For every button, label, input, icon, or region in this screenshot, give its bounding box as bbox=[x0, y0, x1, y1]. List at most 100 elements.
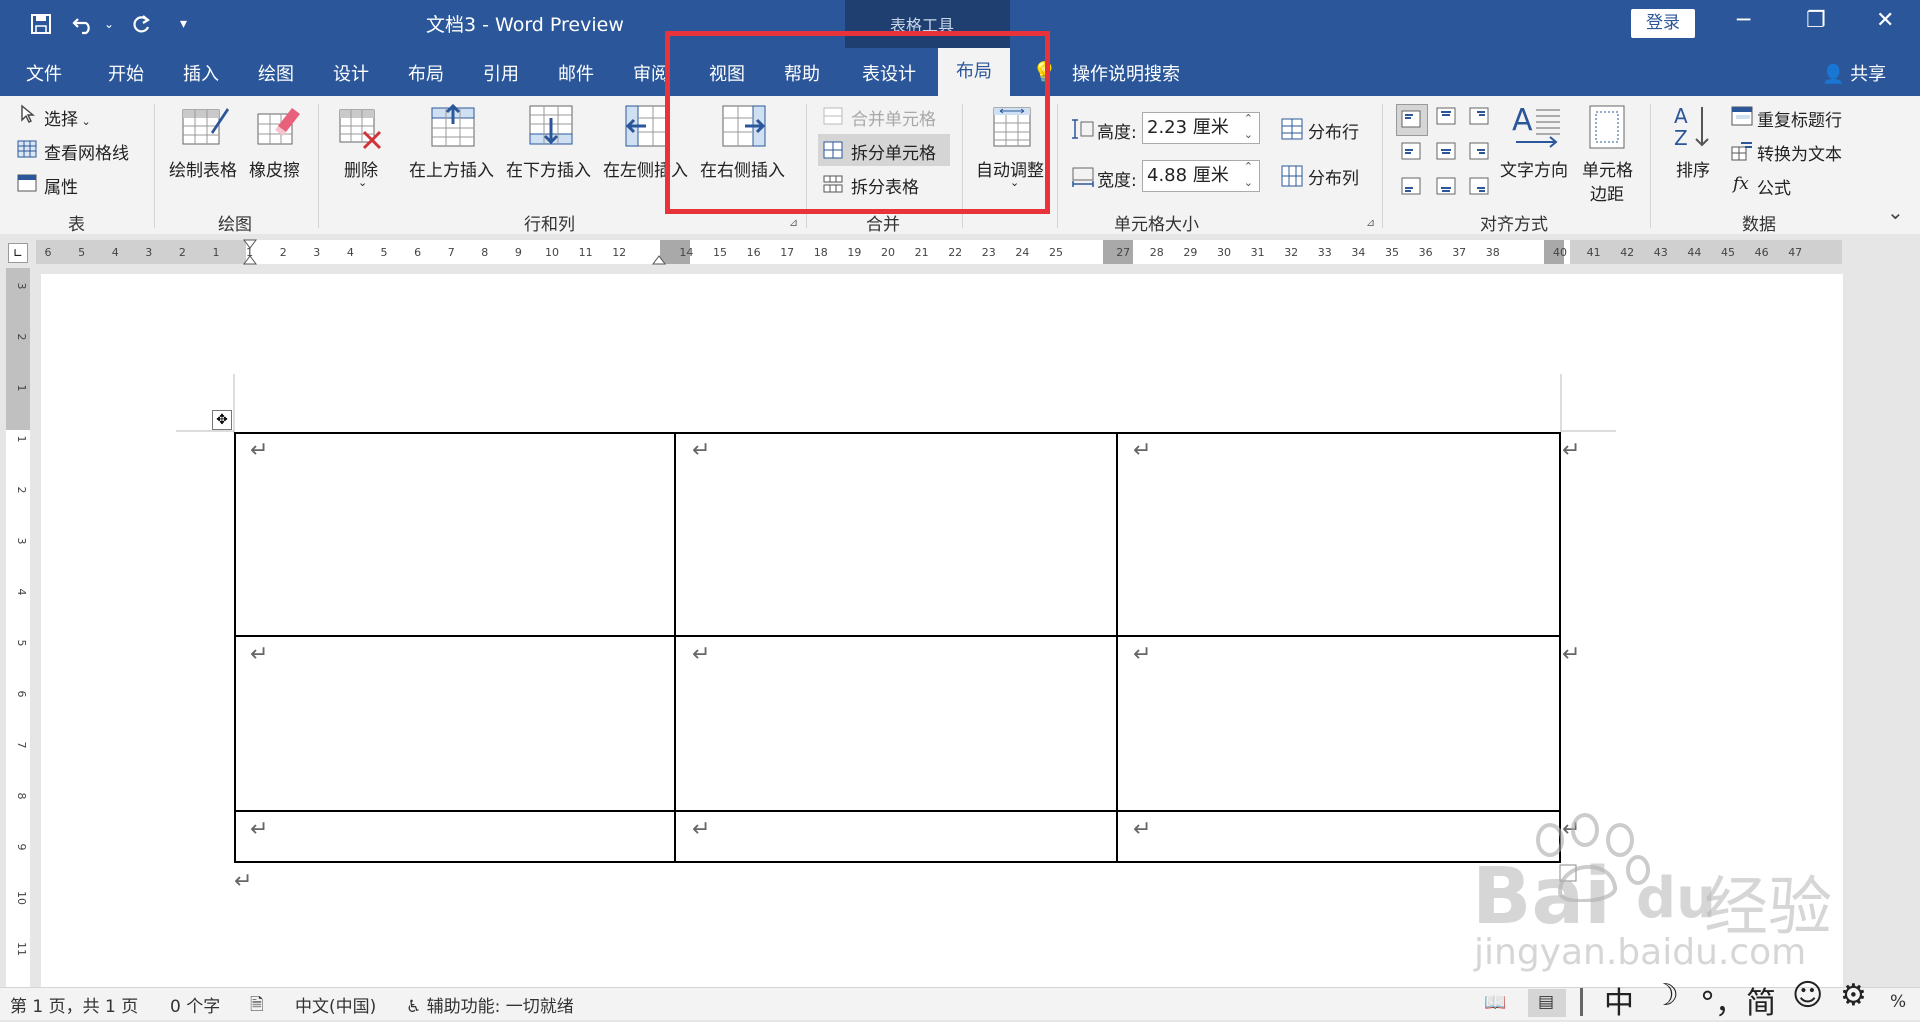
select-cursor-icon bbox=[20, 104, 36, 128]
formula-icon: fx bbox=[1733, 174, 1749, 194]
convert-to-text-button[interactable]: 转换为文本 bbox=[1757, 140, 1842, 165]
ime-settings-icon[interactable]: ⚙ bbox=[1840, 978, 1867, 1013]
insert-left-icon bbox=[624, 104, 670, 152]
horizontal-ruler[interactable]: ∟ 6 5 4 3 2 1 1 2 3 4 5 6 7 8 9 10 11 12 14 15 16 17 18 19 20 21 2… bbox=[0, 234, 1920, 268]
align-middle-right-icon[interactable] bbox=[1469, 142, 1489, 164]
ruler-tick-label: 10 bbox=[545, 246, 559, 259]
proofing-icon[interactable]: 🗎 bbox=[250, 992, 264, 1021]
ruler-tick-label: 24 bbox=[1015, 246, 1029, 259]
text-direction-button[interactable]: 文字方向 bbox=[1500, 156, 1568, 181]
tell-me-search[interactable]: 操作说明搜索 bbox=[1072, 60, 1180, 86]
draw-table-button[interactable]: 绘制表格 bbox=[169, 156, 237, 181]
align-top-right-icon[interactable] bbox=[1469, 107, 1489, 129]
tab-references[interactable]: 引用 bbox=[483, 60, 519, 86]
spinner-arrows-icon[interactable]: ⌃ ⌄ bbox=[1244, 159, 1253, 191]
group-divider bbox=[1650, 104, 1651, 228]
align-middle-left-icon[interactable] bbox=[1401, 142, 1421, 164]
zoom-percent[interactable]: % bbox=[1890, 992, 1906, 1012]
insert-below-button[interactable]: 在下方插入 bbox=[506, 156, 591, 181]
eraser-button[interactable]: 橡皮擦 bbox=[249, 156, 300, 181]
sort-icon: AZ bbox=[1672, 103, 1712, 153]
distribute-columns-button[interactable]: 分布列 bbox=[1308, 164, 1359, 189]
login-button[interactable]: 登录 bbox=[1631, 9, 1695, 38]
sort-button[interactable]: 排序 bbox=[1676, 156, 1710, 181]
save-icon[interactable] bbox=[30, 0, 52, 48]
repeat-header-button[interactable]: 重复标题行 bbox=[1757, 106, 1842, 131]
dialog-launcher-icon[interactable]: ⊿ bbox=[1366, 216, 1375, 229]
ime-emoji-icon[interactable]: ☺ bbox=[1792, 978, 1823, 1013]
svg-text:A: A bbox=[1512, 103, 1533, 138]
word-count[interactable]: 0 个字 bbox=[170, 992, 220, 1017]
ime-punctuation[interactable]: °， bbox=[1700, 978, 1745, 1022]
page-count[interactable]: 第 1 页，共 1 页 bbox=[10, 992, 138, 1017]
tab-insert[interactable]: 插入 bbox=[183, 60, 219, 86]
customize-qat-icon[interactable]: ▾ bbox=[180, 0, 187, 48]
collapse-ribbon-icon[interactable]: ⌄ bbox=[1887, 200, 1904, 224]
undo-dropdown-icon[interactable]: ⌄ bbox=[104, 0, 114, 48]
ruler-tick-label: 19 bbox=[847, 246, 861, 259]
paragraph-mark-icon: ↵ bbox=[692, 438, 711, 463]
window-title: 文档3 - Word Preview bbox=[426, 14, 624, 36]
formula-button[interactable]: 公式 bbox=[1757, 174, 1791, 199]
read-mode-icon[interactable]: 📖 bbox=[1484, 992, 1506, 1013]
tab-file[interactable]: 文件 bbox=[26, 60, 62, 86]
accessibility-status[interactable]: ♿ 辅助功能: 一切就绪 bbox=[406, 992, 574, 1017]
ruler-tick-label: 1 bbox=[213, 246, 220, 259]
tab-design[interactable]: 设计 bbox=[333, 60, 369, 86]
person-icon: 👤 bbox=[1822, 64, 1845, 85]
end-of-row-icon: ↵ bbox=[1562, 642, 1581, 667]
align-top-center-icon[interactable] bbox=[1436, 107, 1456, 129]
ruler-tick-label: 4 bbox=[15, 589, 28, 596]
view-gridlines-button[interactable]: 查看网格线 bbox=[44, 139, 129, 164]
share-button[interactable]: 👤 共享 bbox=[1822, 60, 1886, 86]
vertical-ruler[interactable]: 3 2 1 1 2 3 4 5 6 7 8 9 10 11 bbox=[0, 268, 36, 987]
spinner-arrows-icon[interactable]: ⌃ ⌄ bbox=[1244, 111, 1253, 143]
tab-mailings[interactable]: 邮件 bbox=[558, 60, 594, 86]
undo-icon[interactable] bbox=[72, 0, 96, 48]
height-spinner[interactable]: 2.23 厘米 ⌃ ⌄ bbox=[1142, 112, 1260, 144]
group-divider bbox=[154, 104, 155, 228]
dialog-launcher-icon[interactable]: ⊿ bbox=[789, 216, 798, 229]
align-bottom-left-icon[interactable] bbox=[1401, 177, 1421, 199]
ruler-tick-label: 14 bbox=[679, 246, 693, 259]
ruler-tick-label: 2 bbox=[15, 334, 28, 341]
properties-button[interactable]: 属性 bbox=[44, 173, 78, 198]
align-bottom-center-icon[interactable] bbox=[1436, 177, 1456, 199]
ruler-tick-label: 32 bbox=[1284, 246, 1298, 259]
align-bottom-right-icon[interactable] bbox=[1469, 177, 1489, 199]
ruler-tick-label: 38 bbox=[1486, 246, 1500, 259]
insert-above-button[interactable]: 在上方插入 bbox=[409, 156, 494, 181]
tab-review[interactable]: 审阅 bbox=[633, 60, 669, 86]
ime-moon-icon[interactable]: ☽ bbox=[1652, 978, 1679, 1013]
ime-simplified[interactable]: 简 bbox=[1746, 978, 1776, 1022]
ruler-tick-label: 15 bbox=[713, 246, 727, 259]
cell-margins-button[interactable]: 单元格 bbox=[1582, 156, 1633, 181]
close-icon[interactable]: ✕ bbox=[1876, 8, 1894, 33]
end-of-row-icon: ↵ bbox=[1562, 438, 1581, 463]
redo-icon[interactable] bbox=[130, 0, 152, 48]
distribute-rows-button[interactable]: 分布行 bbox=[1308, 118, 1359, 143]
align-middle-center-icon[interactable] bbox=[1436, 142, 1456, 164]
select-button[interactable]: 选择 ⌄ bbox=[44, 105, 91, 130]
ruler-tick-label: 12 bbox=[612, 246, 626, 259]
restore-icon[interactable]: ❐ bbox=[1806, 8, 1826, 33]
language-indicator[interactable]: 中文(中国) bbox=[295, 992, 376, 1017]
ruler-tick-label: 46 bbox=[1755, 246, 1769, 259]
paragraph-mark-icon: ↵ bbox=[692, 642, 711, 667]
tab-draw[interactable]: 绘图 bbox=[258, 60, 294, 86]
tab-home[interactable]: 开始 bbox=[108, 60, 144, 86]
ruler-tick-label: 47 bbox=[1788, 246, 1802, 259]
ruler-tick-label: 5 bbox=[381, 246, 388, 259]
text-direction-icon: A bbox=[1512, 102, 1562, 156]
ruler-tick-label: 3 bbox=[313, 246, 320, 259]
align-top-left-icon bbox=[1401, 110, 1421, 132]
table-move-handle-icon[interactable]: ✥ bbox=[212, 410, 232, 430]
ime-language-indicator[interactable]: 中 bbox=[1604, 978, 1634, 1022]
tab-layout[interactable]: 布局 bbox=[408, 60, 444, 86]
width-value: 4.88 厘米 bbox=[1147, 165, 1229, 186]
width-spinner[interactable]: 4.88 厘米 ⌃ ⌄ bbox=[1142, 160, 1260, 192]
width-label: 宽度: bbox=[1097, 171, 1137, 191]
minimize-icon[interactable]: ─ bbox=[1737, 8, 1750, 33]
select-label: 选择 bbox=[44, 110, 78, 130]
print-layout-icon: ▤ bbox=[1538, 992, 1555, 1012]
